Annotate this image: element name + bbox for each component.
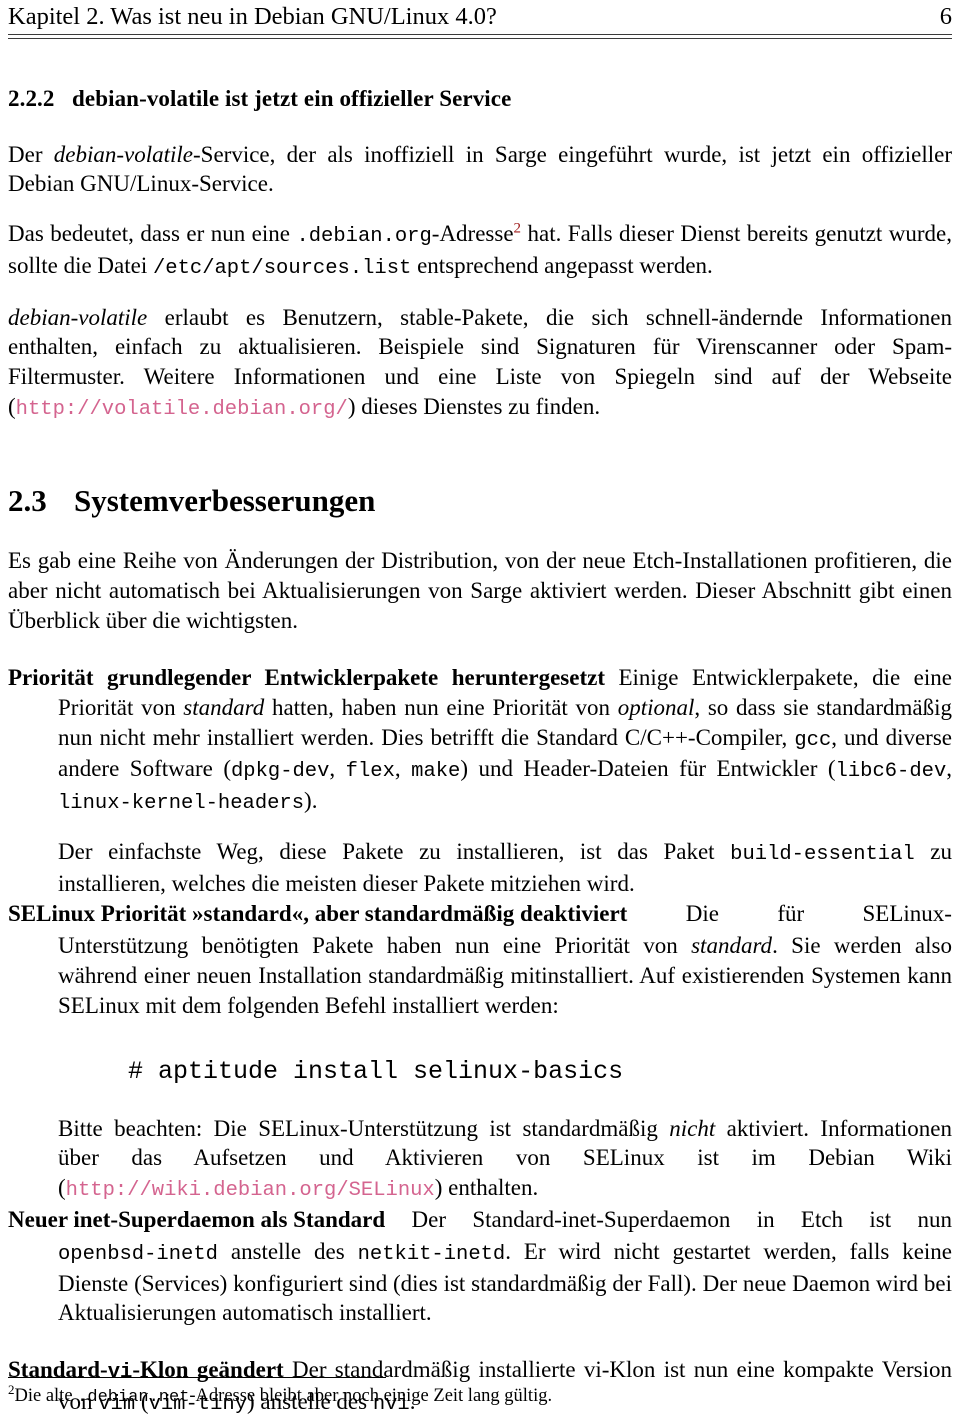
paragraph-selinux-body: Unterstützung benötigten Pakete haben nu…: [8, 931, 952, 1021]
text-run: für: [777, 901, 805, 926]
text-run: ) dieses Dienstes zu finden.: [347, 394, 601, 420]
text-run: Bitte beachten: Die SELinux-Unterstützun…: [58, 1115, 670, 1141]
item-inet-superdaemon: Neuer inet-Superdaemon als Standard Der …: [8, 1205, 952, 1328]
text-run: hatten, haben nun eine Priorität von: [264, 694, 618, 720]
text-run: ,: [329, 756, 346, 782]
text-run: Unterstützung benötigten Pakete haben nu…: [58, 932, 692, 958]
item-selinux-first-line: SELinux Priorität »standard«, aber stand…: [8, 899, 952, 929]
section-title: Systemverbesserungen: [74, 482, 376, 518]
text-run: Der: [411, 1206, 446, 1232]
code-linux-kernel-headers: linux-kernel-headers: [58, 791, 305, 815]
section-heading-2-3: 2.3 Systemverbesserungen: [8, 482, 952, 519]
link-volatile-debian-org[interactable]: http://volatile.debian.org/: [16, 398, 348, 421]
text-run: ) enthalten.: [434, 1175, 539, 1201]
paragraph-volatile-intro: Der debian-volatile-Service, der als ino…: [8, 140, 952, 200]
code-flex: flex: [345, 760, 395, 784]
code-debian-net: .debian.net: [77, 1387, 190, 1407]
text-run: SELinux-: [862, 901, 952, 926]
text-run: Der einfachste Weg, diese Pakete zu inst…: [58, 839, 731, 865]
subsection-heading-2-2-2: 2.2.2 debian-volatile ist jetzt ein offiz…: [8, 85, 952, 113]
link-wiki-debian-selinux[interactable]: http://wiki.debian.org/SELinux: [66, 1179, 435, 1202]
text-run: in: [756, 1206, 775, 1232]
code-dpkg-dev: dpkg-dev: [230, 760, 330, 784]
text-run: anstelle des: [217, 1238, 358, 1264]
item-heading: Neuer inet-Superdaemon als Standard: [8, 1206, 386, 1232]
code-gcc: gcc: [794, 728, 832, 752]
document-page: Kapitel 2. Was ist neu in Debian GNU/Lin…: [0, 0, 960, 1416]
emphasis-standard: standard: [183, 694, 265, 720]
text-run: Die alte: [14, 1385, 78, 1406]
item-selinux: SELinux Priorität »standard«, aber stand…: [8, 899, 952, 1021]
subsection-title: debian-volatile ist jetzt ein offizielle…: [72, 85, 512, 111]
section-number: 2.3: [8, 482, 47, 518]
emphasis-standard: standard: [691, 932, 773, 958]
text-run: Etch: [800, 1206, 844, 1232]
code-libc6-dev: libc6-dev: [835, 760, 947, 784]
code-make: make: [411, 760, 461, 784]
code-sources-list: /etc/apt/sources.list: [153, 256, 412, 280]
code-netkit-inetd: netkit-inetd: [357, 1242, 506, 1266]
paragraph-build-essential: Der einfachste Weg, diese Pakete zu inst…: [8, 837, 952, 899]
emphasis-nicht: nicht: [669, 1115, 716, 1141]
text-run: ) und Header-Dateien für Entwickler (: [460, 756, 836, 782]
footnote-reference-marker[interactable]: 2: [514, 221, 522, 237]
running-header: Kapitel 2. Was ist neu in Debian GNU/Lin…: [8, 0, 952, 31]
text-run: ist: [869, 1206, 892, 1232]
text-run: nun: [917, 1206, 952, 1232]
header-rule: [8, 33, 952, 39]
code-openbsd-inetd: openbsd-inetd: [58, 1242, 218, 1266]
item-heading: Priorität grundlegender Entwicklerpakete…: [8, 664, 605, 690]
text-run: ,: [394, 756, 412, 782]
item-heading: SELinux Priorität »standard«, aber stand…: [8, 901, 628, 926]
code-build-essential: build-essential: [730, 843, 915, 867]
item-inetd-first-line: Neuer inet-Superdaemon als Standard Der …: [8, 1205, 952, 1235]
page-number: 6: [939, 3, 952, 30]
footnote-text: 2Die alte .debian.net-Adresse bleibt abe…: [8, 1383, 952, 1408]
paragraph-selinux-note: Bitte beachten: Die SELinux-Unterstützun…: [8, 1114, 952, 1205]
text-run: -Adresse: [431, 221, 514, 247]
emphasis-debian-volatile: debian-volatile: [53, 141, 194, 167]
text-run: Standard-inet-Superdaemon: [472, 1206, 731, 1232]
footnote-rule: [8, 1376, 386, 1378]
paragraph-volatile-description: debian-volatile erlaubt es Benutzern, st…: [8, 303, 952, 424]
paragraph-debian-org-address: Das bedeutet, dass er nun eine .debian.o…: [8, 219, 952, 282]
text-run: ,: [946, 756, 953, 782]
text-run: Der: [8, 141, 54, 167]
text-run: Die: [685, 901, 719, 926]
code-block-aptitude-install: # aptitude install selinux-basics: [128, 1056, 624, 1086]
subsection-number: 2.2.2: [8, 85, 55, 111]
running-header-chapter-title: Kapitel 2. Was ist neu in Debian GNU/Lin…: [8, 3, 497, 30]
text-run: entsprechend angepasst werden.: [411, 252, 713, 278]
paragraph-inetd-body: openbsd-inetd anstelle des netkit-inetd.…: [8, 1237, 952, 1328]
footnote-area: 2Die alte .debian.net-Adresse bleibt abe…: [8, 1376, 952, 1408]
item-prioritaet-entwicklerpakete: Priorität grundlegender Entwicklerpakete…: [8, 663, 952, 818]
text-run: Das bedeutet, dass er nun eine: [8, 221, 297, 247]
emphasis-debian-volatile: debian-volatile: [8, 304, 148, 330]
text-run: -Adresse bleibt aber noch einige Zeit la…: [189, 1385, 553, 1406]
code-debian-org: .debian.org: [296, 225, 432, 249]
text-run: ).: [304, 787, 318, 813]
paragraph-section-intro: Es gab eine Reihe von Änderungen der Dis…: [8, 548, 952, 633]
emphasis-optional: optional: [617, 694, 695, 720]
